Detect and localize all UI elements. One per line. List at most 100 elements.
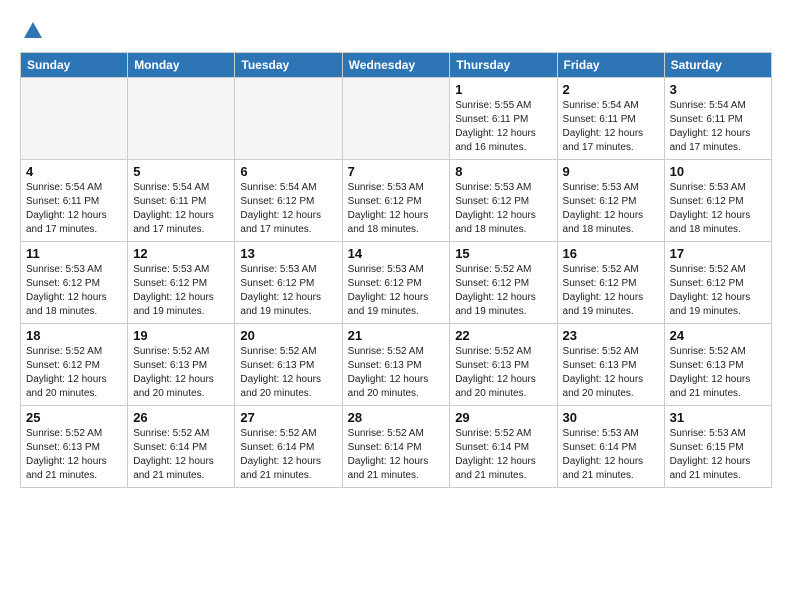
calendar-day-cell: 19 Sunrise: 5:52 AM Sunset: 6:13 PM Dayli… [128,324,235,406]
calendar-day-cell: 27Sunrise: 5:52 AM Sunset: 6:14 PM Dayli… [235,406,342,488]
day-number: 22 [455,328,551,343]
day-info: Sunrise: 5:52 AM Sunset: 6:14 PM Dayligh… [455,427,551,483]
day-info: Sunrise: 5:52 AM Sunset: 6:13 PM Dayligh… [563,345,659,401]
day-info: Sunrise: 5:52 AM Sunset: 6:13 PM Dayligh… [26,427,122,483]
weekday-header-cell: Thursday [450,53,557,78]
day-info: Sunrise: 5:53 AM Sunset: 6:12 PM Dayligh… [563,181,659,237]
day-info: Sunrise: 5:54 AM Sunset: 6:11 PM Dayligh… [133,181,229,237]
calendar-day-cell: 25 Sunrise: 5:52 AM Sunset: 6:13 PM Dayli… [21,406,128,488]
day-number: 15 [455,246,551,261]
day-number: 7 [348,164,445,179]
day-info: Sunrise: 5:52 AM Sunset: 6:14 PM Dayligh… [133,427,229,483]
page-header [20,20,772,42]
day-number: 13 [240,246,336,261]
calendar-day-cell: 4 Sunrise: 5:54 AM Sunset: 6:11 PM Daylig… [21,160,128,242]
day-info: Sunrise: 5:52 AM Sunset: 6:12 PM Dayligh… [563,263,659,319]
calendar-day-cell: 21 Sunrise: 5:52 AM Sunset: 6:13 PM Dayli… [342,324,450,406]
day-number: 3 [670,82,766,97]
calendar-day-cell [21,78,128,160]
calendar-day-cell: 5 Sunrise: 5:54 AM Sunset: 6:11 PM Daylig… [128,160,235,242]
day-info: Sunrise: 5:53 AM Sunset: 6:12 PM Dayligh… [455,181,551,237]
day-info: Sunrise: 5:55 AM Sunset: 6:11 PM Dayligh… [455,99,551,155]
day-info: Sunrise: 5:53 AM Sunset: 6:12 PM Dayligh… [240,263,336,319]
calendar-day-cell: 31 Sunrise: 5:53 AM Sunset: 6:15 PM Dayli… [664,406,771,488]
calendar-day-cell [235,78,342,160]
calendar-day-cell: 12Sunrise: 5:53 AM Sunset: 6:12 PM Dayli… [128,242,235,324]
day-number: 14 [348,246,445,261]
day-info: Sunrise: 5:54 AM Sunset: 6:11 PM Dayligh… [670,99,766,155]
day-info: Sunrise: 5:53 AM Sunset: 6:12 PM Dayligh… [348,263,445,319]
day-number: 23 [563,328,659,343]
calendar-day-cell: 23 Sunrise: 5:52 AM Sunset: 6:13 PM Dayli… [557,324,664,406]
calendar-week-row: 18Sunrise: 5:52 AM Sunset: 6:12 PM Dayli… [21,324,772,406]
day-info: Sunrise: 5:54 AM Sunset: 6:11 PM Dayligh… [563,99,659,155]
calendar-day-cell: 1 Sunrise: 5:55 AM Sunset: 6:11 PM Daylig… [450,78,557,160]
calendar-day-cell: 24 Sunrise: 5:52 AM Sunset: 6:13 PM Dayli… [664,324,771,406]
calendar-day-cell: 6 Sunrise: 5:54 AM Sunset: 6:12 PM Daylig… [235,160,342,242]
calendar-day-cell: 10 Sunrise: 5:53 AM Sunset: 6:12 PM Dayli… [664,160,771,242]
day-number: 21 [348,328,445,343]
day-number: 16 [563,246,659,261]
day-info: Sunrise: 5:54 AM Sunset: 6:12 PM Dayligh… [240,181,336,237]
day-number: 11 [26,246,122,261]
day-info: Sunrise: 5:52 AM Sunset: 6:14 PM Dayligh… [348,427,445,483]
weekday-header-cell: Sunday [21,53,128,78]
calendar-header-row: SundayMondayTuesdayWednesdayThursdayFrid… [21,53,772,78]
calendar-week-row: 1 Sunrise: 5:55 AM Sunset: 6:11 PM Daylig… [21,78,772,160]
day-number: 10 [670,164,766,179]
day-info: Sunrise: 5:53 AM Sunset: 6:12 PM Dayligh… [670,181,766,237]
calendar-body: 1 Sunrise: 5:55 AM Sunset: 6:11 PM Daylig… [21,78,772,488]
day-number: 28 [348,410,445,425]
day-number: 4 [26,164,122,179]
day-info: Sunrise: 5:53 AM Sunset: 6:14 PM Dayligh… [563,427,659,483]
calendar-day-cell: 15 Sunrise: 5:52 AM Sunset: 6:12 PM Dayli… [450,242,557,324]
weekday-header-cell: Monday [128,53,235,78]
day-number: 20 [240,328,336,343]
day-info: Sunrise: 5:52 AM Sunset: 6:12 PM Dayligh… [455,263,551,319]
day-info: Sunrise: 5:52 AM Sunset: 6:13 PM Dayligh… [348,345,445,401]
weekday-header-cell: Friday [557,53,664,78]
day-info: Sunrise: 5:52 AM Sunset: 6:13 PM Dayligh… [670,345,766,401]
calendar-day-cell: 13 Sunrise: 5:53 AM Sunset: 6:12 PM Dayli… [235,242,342,324]
day-info: Sunrise: 5:54 AM Sunset: 6:11 PM Dayligh… [26,181,122,237]
calendar-day-cell: 9 Sunrise: 5:53 AM Sunset: 6:12 PM Daylig… [557,160,664,242]
calendar-day-cell: 14 Sunrise: 5:53 AM Sunset: 6:12 PM Dayli… [342,242,450,324]
calendar-day-cell [342,78,450,160]
calendar-day-cell: 11 Sunrise: 5:53 AM Sunset: 6:12 PM Dayli… [21,242,128,324]
day-number: 24 [670,328,766,343]
calendar-table: SundayMondayTuesdayWednesdayThursdayFrid… [20,52,772,488]
calendar-day-cell: 28 Sunrise: 5:52 AM Sunset: 6:14 PM Dayli… [342,406,450,488]
day-number: 5 [133,164,229,179]
logo-icon [22,20,44,42]
day-number: 19 [133,328,229,343]
day-info: Sunrise: 5:52 AM Sunset: 6:12 PM Dayligh… [670,263,766,319]
calendar-day-cell: 29 Sunrise: 5:52 AM Sunset: 6:14 PM Dayli… [450,406,557,488]
day-number: 26 [133,410,229,425]
weekday-header-cell: Wednesday [342,53,450,78]
day-number: 31 [670,410,766,425]
day-number: 9 [563,164,659,179]
day-number: 17 [670,246,766,261]
day-number: 2 [563,82,659,97]
day-info: Sunrise: 5:53 AM Sunset: 6:12 PM Dayligh… [26,263,122,319]
calendar-day-cell: 8 Sunrise: 5:53 AM Sunset: 6:12 PM Daylig… [450,160,557,242]
calendar-day-cell [128,78,235,160]
day-number: 18 [26,328,122,343]
day-info: Sunrise: 5:52 AM Sunset: 6:13 PM Dayligh… [455,345,551,401]
calendar-day-cell: 3 Sunrise: 5:54 AM Sunset: 6:11 PM Daylig… [664,78,771,160]
calendar-day-cell: 22 Sunrise: 5:52 AM Sunset: 6:13 PM Dayli… [450,324,557,406]
day-number: 6 [240,164,336,179]
day-info: Sunrise: 5:53 AM Sunset: 6:15 PM Dayligh… [670,427,766,483]
day-number: 8 [455,164,551,179]
day-info: Sunrise: 5:52 AM Sunset: 6:13 PM Dayligh… [133,345,229,401]
weekday-header-cell: Tuesday [235,53,342,78]
calendar-day-cell: 30 Sunrise: 5:53 AM Sunset: 6:14 PM Dayli… [557,406,664,488]
day-info: Sunrise: 5:52 AM Sunset: 6:14 PM Dayligh… [240,427,336,483]
calendar-week-row: 11 Sunrise: 5:53 AM Sunset: 6:12 PM Dayli… [21,242,772,324]
weekday-header-cell: Saturday [664,53,771,78]
day-number: 1 [455,82,551,97]
day-number: 25 [26,410,122,425]
day-number: 30 [563,410,659,425]
calendar-week-row: 4 Sunrise: 5:54 AM Sunset: 6:11 PM Daylig… [21,160,772,242]
day-number: 29 [455,410,551,425]
